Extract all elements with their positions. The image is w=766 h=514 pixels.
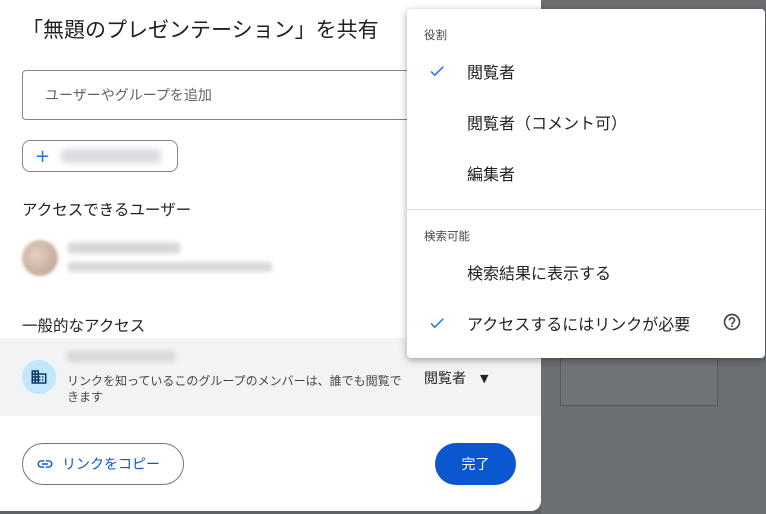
backdrop-panel — [560, 358, 718, 406]
check-icon — [430, 66, 444, 77]
help-icon[interactable] — [722, 312, 742, 332]
user-row[interactable] — [22, 236, 282, 282]
suggested-user-chip[interactable]: + — [22, 140, 178, 172]
copy-link-button[interactable]: リンクをコピー — [22, 443, 184, 485]
dialog-title: 「無題のプレゼンテーション」を共有 — [22, 18, 379, 42]
people-section-heading: アクセスできるユーザー — [22, 201, 192, 219]
menu-item-show-in-search[interactable]: 検索結果に表示する — [407, 252, 765, 292]
plus-icon: + — [35, 145, 51, 167]
copy-link-label: リンクをコピー — [62, 457, 160, 473]
menu-item-link-required[interactable]: アクセスするにはリンクが必要 — [407, 303, 765, 343]
general-access-description: リンクを知っているこのグループのメンバーは、誰でも閲覧できます — [67, 374, 402, 404]
redacted-user-email — [68, 262, 272, 272]
menu-divider — [407, 209, 765, 210]
building-icon — [22, 360, 56, 394]
add-people-input[interactable]: ユーザーやグループを追加 — [22, 70, 442, 120]
done-button[interactable]: 完了 — [435, 443, 516, 485]
menu-item-viewer[interactable]: 閲覧者 — [407, 51, 765, 91]
redacted-chip-name — [61, 149, 161, 163]
redacted-domain-name[interactable] — [67, 351, 175, 362]
general-access-heading: 一般的なアクセス — [22, 317, 146, 335]
role-dropdown-menu: 役割 閲覧者 閲覧者（コメント可） 編集者 検索可能 検索結果に表示する アクセ… — [407, 9, 765, 358]
visibility-section-header: 検索可能 — [424, 229, 470, 243]
menu-item-label: 閲覧者 — [467, 63, 516, 82]
general-access-role-select[interactable]: 閲覧者 ▼ — [424, 368, 488, 388]
menu-item-label: アクセスするにはリンクが必要 — [467, 315, 691, 334]
caret-down-icon: ▼ — [480, 371, 489, 385]
role-section-header: 役割 — [424, 28, 447, 42]
general-access-role-label: 閲覧者 — [424, 371, 466, 387]
avatar — [22, 240, 58, 276]
menu-item-commenter[interactable]: 閲覧者（コメント可） — [407, 102, 765, 142]
menu-item-editor[interactable]: 編集者 — [407, 153, 765, 193]
menu-item-label: 閲覧者（コメント可） — [467, 114, 628, 133]
check-icon — [430, 318, 444, 329]
link-icon — [37, 460, 53, 468]
menu-item-label: 編集者 — [467, 165, 516, 184]
redacted-user-name — [68, 242, 180, 254]
menu-item-label: 検索結果に表示する — [467, 264, 612, 283]
